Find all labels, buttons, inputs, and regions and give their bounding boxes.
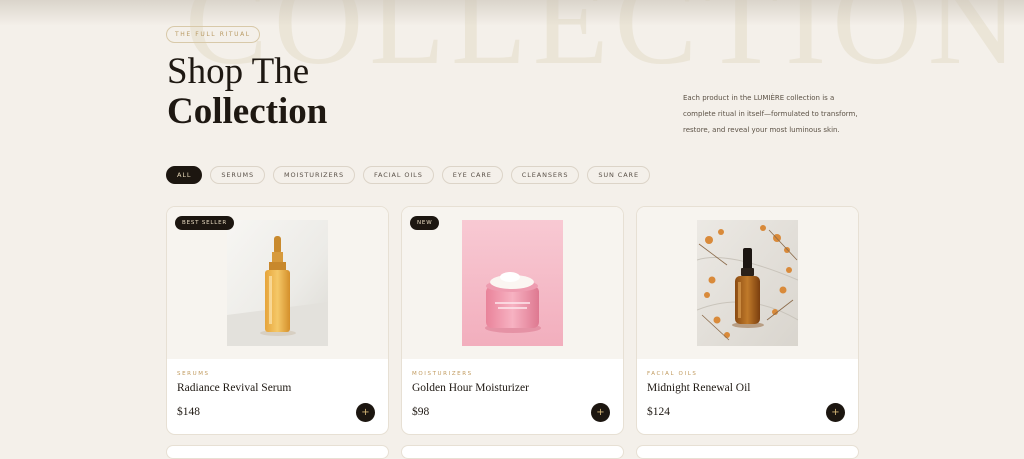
filter-moisturizers[interactable]: MOISTURIZERS — [273, 166, 355, 184]
product-price: $98 — [412, 406, 430, 418]
collection-intro: Each product in the LUMIÈRE collection i… — [683, 94, 858, 134]
product-image-area: BEST SELLER — [167, 207, 388, 359]
page-title: Shop The Collection — [167, 52, 327, 132]
category-filter-bar: ALL SERUMS MOISTURIZERS FACIAL OILS EYE … — [166, 166, 658, 184]
plus-icon: + — [361, 407, 370, 418]
product-image-area — [637, 207, 858, 359]
product-card-next-row[interactable] — [401, 445, 624, 459]
product-card-radiance-serum[interactable]: BEST SELLER SERUMS Radiance Revival Seru… — [166, 206, 389, 435]
oil-bottle-image[interactable] — [697, 220, 798, 346]
product-card-next-row[interactable] — [166, 445, 389, 459]
eyebrow-label: THE FULL RITUAL — [166, 26, 260, 43]
top-shadow — [0, 0, 1024, 26]
product-price: $124 — [647, 406, 670, 418]
filter-cleansers[interactable]: CLEANSERS — [510, 166, 580, 184]
add-to-cart-button[interactable]: + — [356, 403, 375, 422]
product-name[interactable]: Radiance Revival Serum — [177, 382, 291, 394]
product-card-next-row[interactable] — [636, 445, 859, 459]
filter-facial-oils[interactable]: FACIAL OILS — [362, 166, 434, 184]
plus-icon: + — [596, 407, 605, 418]
product-image-area: NEW — [402, 207, 623, 359]
serum-bottle-image[interactable] — [227, 220, 328, 346]
product-card-midnight-oil[interactable]: FACIAL OILS Midnight Renewal Oil $124 + — [636, 206, 859, 435]
moisturizer-jar-image[interactable] — [462, 220, 563, 346]
filter-serums[interactable]: SERUMS — [210, 166, 266, 184]
product-category: FACIAL OILS — [647, 371, 698, 377]
product-card-golden-moisturizer[interactable]: NEW MOISTURIZERS Golden Hour Moisturizer… — [401, 206, 624, 435]
page-title-line2: Collection — [167, 91, 328, 132]
product-category: MOISTURIZERS — [412, 371, 473, 377]
product-name[interactable]: Golden Hour Moisturizer — [412, 382, 529, 394]
page-title-line1: Shop The — [167, 51, 310, 92]
new-badge: NEW — [410, 216, 440, 230]
add-to-cart-button[interactable]: + — [591, 403, 610, 422]
best-seller-badge: BEST SELLER — [175, 216, 235, 230]
filter-all[interactable]: ALL — [166, 166, 203, 184]
add-to-cart-button[interactable]: + — [826, 403, 845, 422]
product-price: $148 — [177, 406, 200, 418]
product-name[interactable]: Midnight Renewal Oil — [647, 382, 751, 394]
filter-eye-care[interactable]: EYE CARE — [441, 166, 503, 184]
product-category: SERUMS — [177, 371, 210, 377]
plus-icon: + — [831, 407, 840, 418]
filter-sun-care[interactable]: SUN CARE — [587, 166, 650, 184]
